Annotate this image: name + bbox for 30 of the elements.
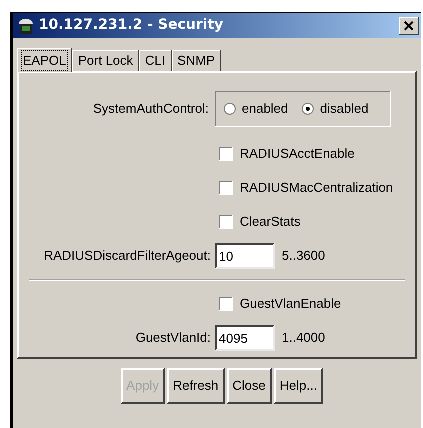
input-field[interactable]: 10 (215, 243, 275, 269)
close-button[interactable] (399, 16, 419, 34)
range-hint: 1..4000 (282, 329, 326, 348)
checkbox[interactable] (219, 181, 233, 195)
tab[interactable]: Port Lock (72, 50, 140, 71)
range-hint: 5..3600 (282, 247, 326, 266)
checkbox[interactable] (219, 215, 233, 229)
checkbox-label: GuestVlanEnable (240, 295, 342, 314)
checkbox-label: RADIUSAcctEnable (240, 145, 355, 164)
checkbox-label: RADIUSMacCentralization (240, 179, 394, 198)
dialog-button[interactable]: Refresh (167, 368, 225, 404)
field-label: GuestVlanId: (136, 330, 211, 346)
tab[interactable]: CLI (139, 50, 172, 71)
field-label: RADIUSDiscardFilterAgeout: (44, 248, 211, 264)
input-field[interactable]: 4095 (215, 325, 275, 351)
field-label: SystemAuthControl: (93, 101, 209, 116)
dialog-button[interactable]: Close (226, 368, 272, 404)
tab[interactable]: EAPOL (17, 48, 72, 72)
window-title: 10.127.231.2 - Security (39, 16, 225, 35)
radio-button[interactable] (302, 103, 314, 115)
close-icon (404, 20, 414, 30)
computer-icon (17, 16, 35, 34)
radio-button[interactable] (224, 103, 236, 115)
radio-label: disabled (320, 100, 369, 118)
checkbox[interactable] (219, 147, 233, 161)
tab[interactable]: SNMP (172, 50, 222, 71)
radio-label: enabled (242, 100, 288, 118)
dialog-button[interactable]: Help... (274, 368, 324, 404)
checkbox[interactable] (219, 297, 233, 311)
checkbox-label: ClearStats (240, 213, 301, 232)
